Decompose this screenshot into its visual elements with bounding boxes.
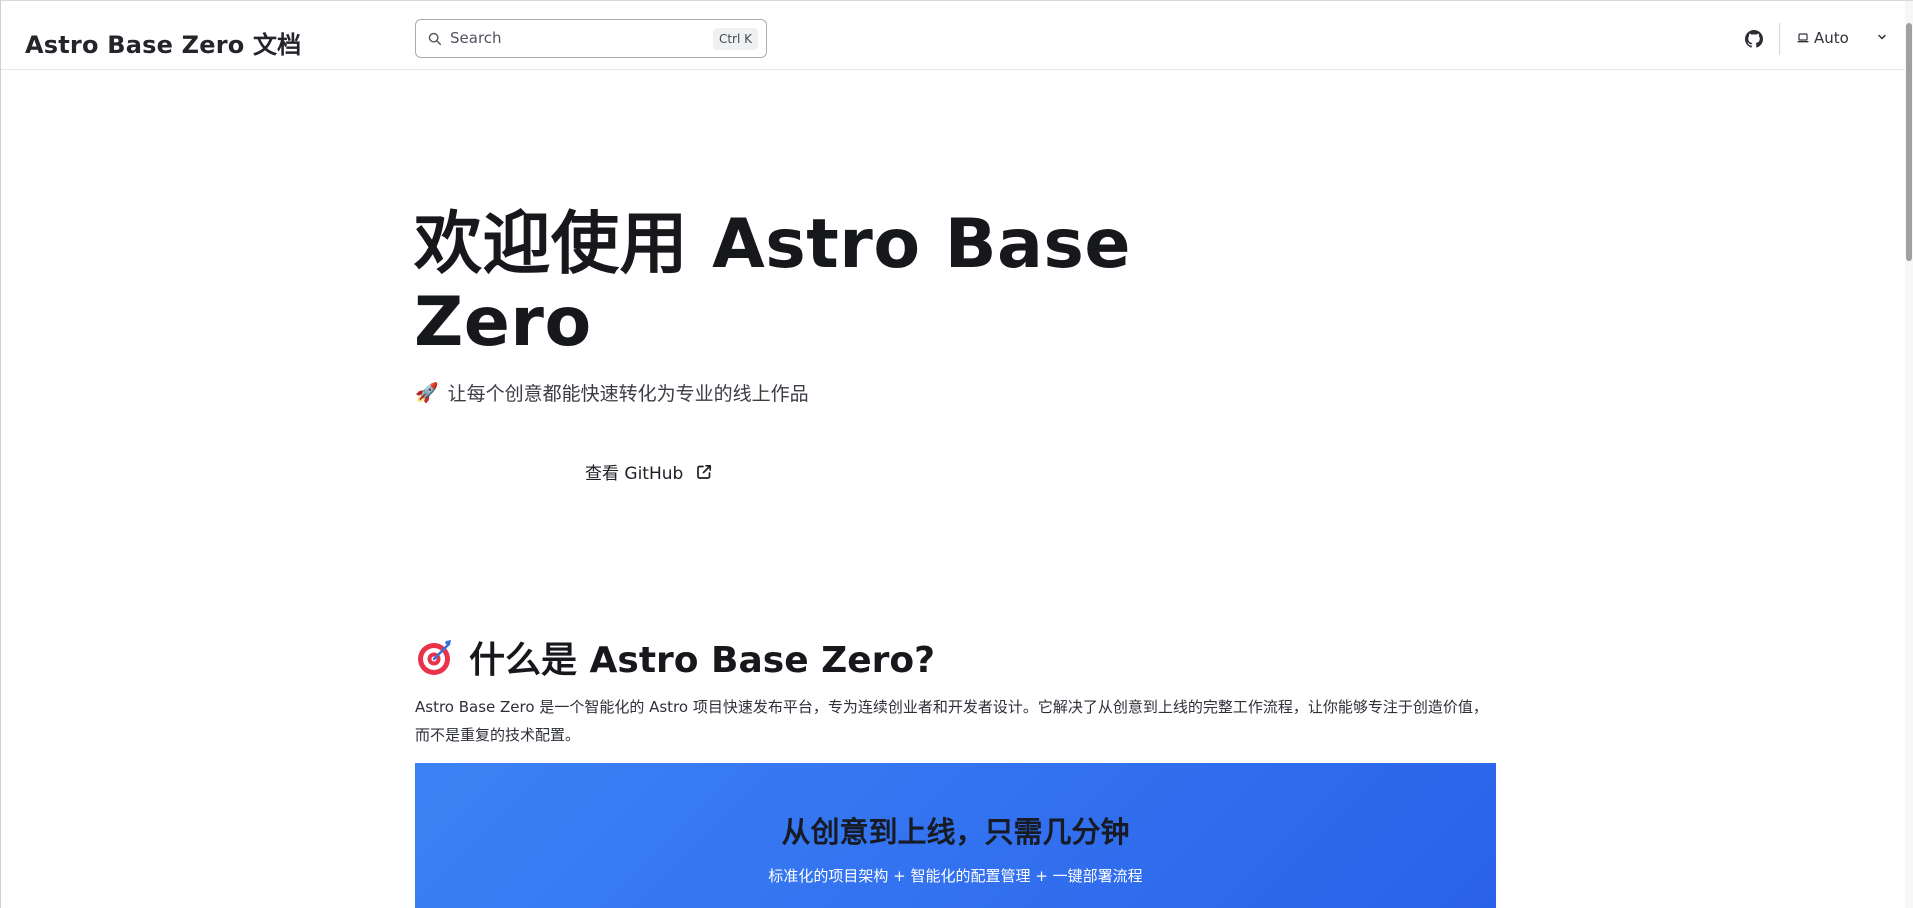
section-heading: 什么是 Astro Base Zero? [415,631,935,683]
section-title-text: 什么是 Astro Base Zero? [469,640,936,681]
theme-label: Auto [1814,29,1849,47]
intro-paragraph: Astro Base Zero 是一个智能化的 Astro 项目快速发布平台，专… [415,698,1488,744]
search-icon [428,32,442,46]
hero-tagline: 🚀 让每个创意都能快速转化为专业的线上作品 [415,379,809,406]
hero-title: 欢迎使用 Astro Base Zero [414,205,1132,362]
chevron-down-icon [1878,34,1886,40]
search-placeholder: Search [450,29,502,47]
banner-title: 从创意到上线，只需几分钟 [781,815,1130,849]
target-icon [418,640,451,675]
scrollbar-thumb[interactable] [1906,23,1912,261]
github-icon[interactable] [1745,30,1763,48]
rocket-icon: 🚀 [415,382,439,404]
laptop-icon [1797,33,1809,43]
github-link-label: 查看 GitHub [585,464,684,484]
theme-select[interactable]: Auto [1797,26,1887,50]
view-github-link[interactable]: 查看 GitHub [585,459,713,484]
external-link-icon [697,464,712,479]
top-navigation-bar: Astro Base Zero 文档 Search Ctrl K Auto [1,6,1913,70]
docs-page: Astro Base Zero 文档 Search Ctrl K Auto 欢迎… [0,0,1913,908]
feature-banner: 从创意到上线，只需几分钟 标准化的项目架构 + 智能化的配置管理 + 一键部署流… [415,763,1496,908]
page-scrollbar[interactable] [1905,1,1913,908]
search-shortcut-badge: Ctrl K [712,28,758,50]
tagline-text: 让每个创意都能快速转化为专业的线上作品 [447,383,809,405]
banner-subtitle: 标准化的项目架构 + 智能化的配置管理 + 一键部署流程 [768,867,1143,885]
header-divider [1779,23,1780,55]
site-title[interactable]: Astro Base Zero 文档 [25,25,301,60]
search-input[interactable]: Search Ctrl K [415,19,767,58]
